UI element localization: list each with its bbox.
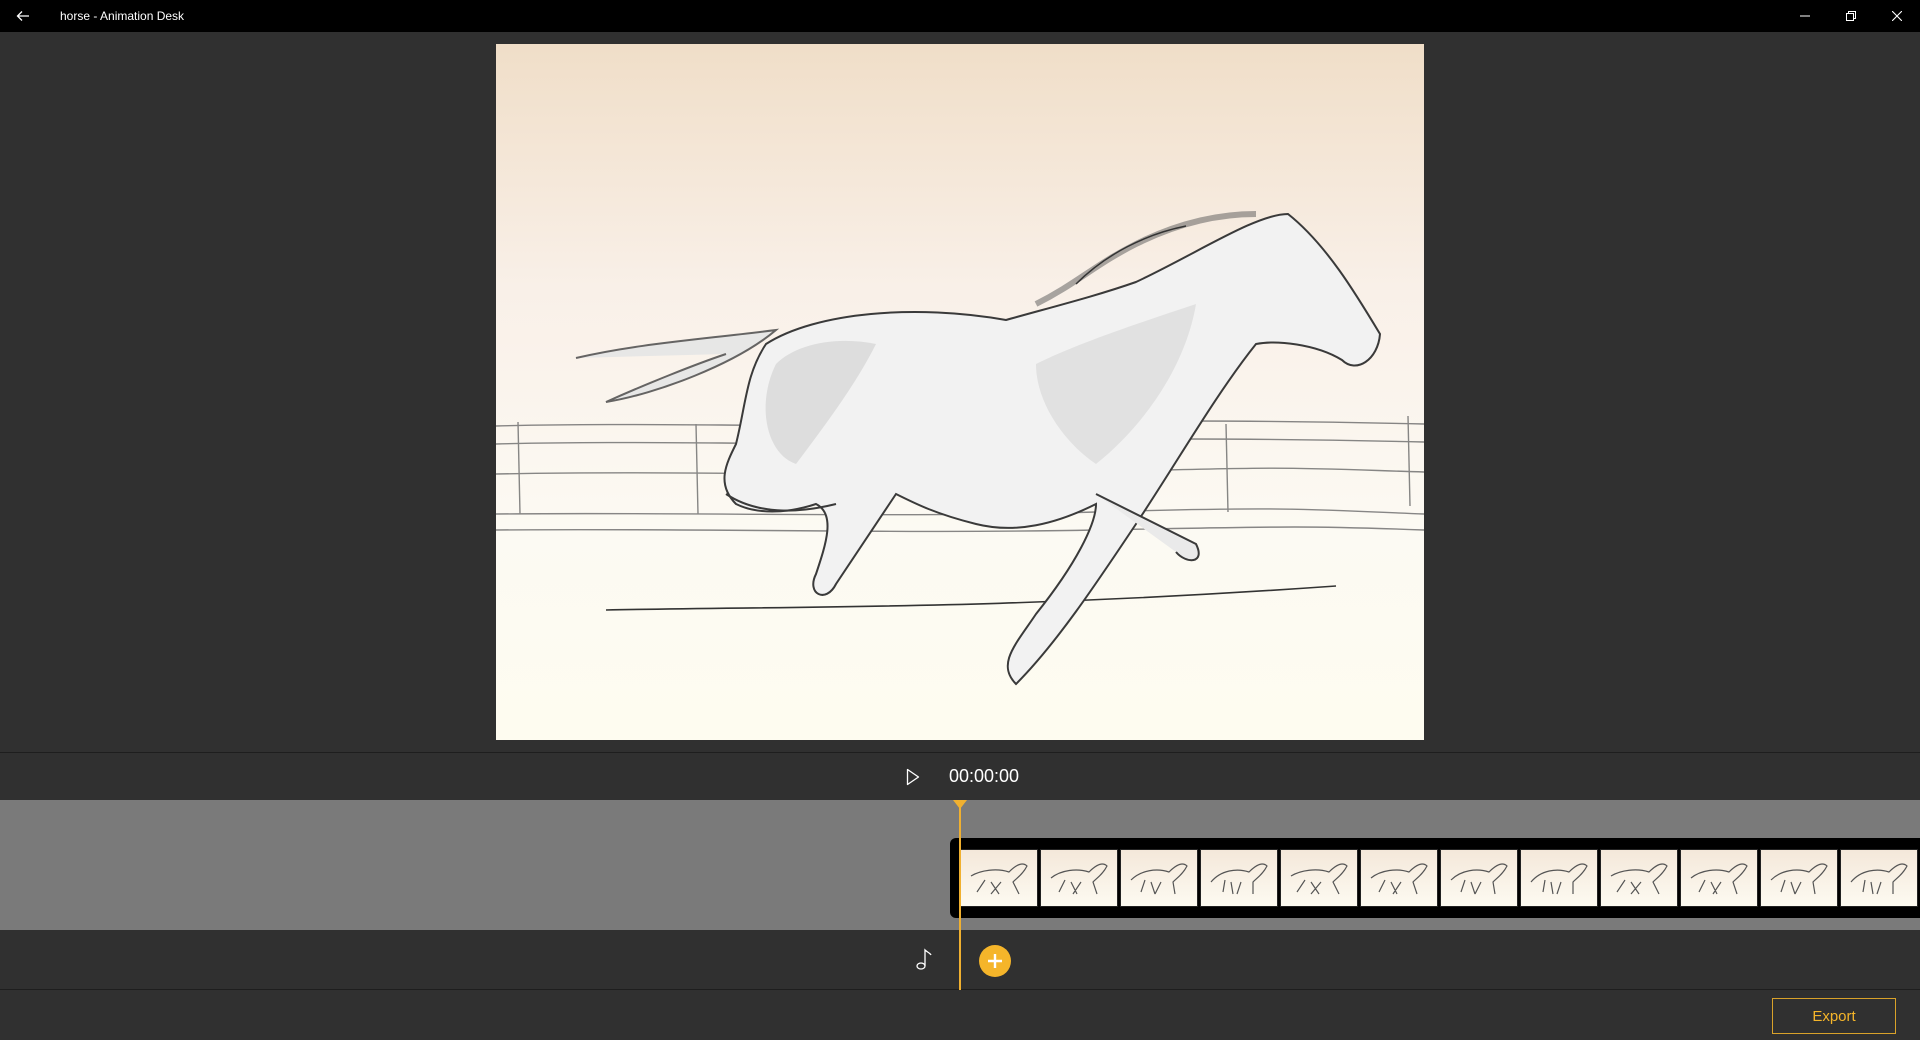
frame-horse-sketch <box>1690 863 1748 895</box>
title-bar: horse - Animation Desk <box>0 0 1920 32</box>
frame-thumbnail[interactable] <box>1440 849 1518 907</box>
window-title: horse - Animation Desk <box>60 9 185 23</box>
frame-thumbnail[interactable] <box>960 849 1038 907</box>
frame-horse-sketch <box>1610 863 1668 895</box>
back-button[interactable] <box>0 0 46 32</box>
animation-stage[interactable] <box>496 44 1424 740</box>
restore-button[interactable] <box>1828 0 1874 32</box>
playhead-handle[interactable] <box>953 800 967 809</box>
add-audio-button[interactable] <box>979 945 1011 977</box>
minimize-icon <box>1800 15 1810 17</box>
restore-icon <box>1846 11 1856 21</box>
footer-bar: Export <box>0 991 1920 1040</box>
close-button[interactable] <box>1874 0 1920 32</box>
close-icon <box>1892 11 1902 21</box>
music-note-icon <box>916 948 932 970</box>
frame-horse-sketch <box>1850 863 1908 895</box>
frame-thumbnail[interactable] <box>1600 849 1678 907</box>
frame-horse-sketch <box>1370 863 1428 895</box>
frame-thumbnail[interactable] <box>1520 849 1598 907</box>
export-button[interactable]: Export <box>1772 998 1896 1034</box>
frame-horse-sketch <box>1530 863 1588 895</box>
play-button[interactable] <box>901 765 925 789</box>
frame-thumbnail[interactable] <box>1040 849 1118 907</box>
timecode: 00:00:00 <box>949 766 1020 786</box>
frame-horse-sketch <box>970 863 1028 895</box>
frame-thumbnail[interactable] <box>1120 849 1198 907</box>
frame-thumbnail[interactable] <box>1840 849 1918 907</box>
frame-thumbnail[interactable] <box>1680 849 1758 907</box>
music-button[interactable] <box>912 946 936 972</box>
playhead[interactable] <box>959 800 961 990</box>
frame-horse-sketch <box>1450 863 1508 895</box>
frame-thumbnail[interactable] <box>1760 849 1838 907</box>
frame-horse-sketch <box>1770 863 1828 895</box>
frame-horse-sketch <box>1050 863 1108 895</box>
plus-circle-icon <box>988 954 1002 968</box>
frame-thumbnail[interactable] <box>1200 849 1278 907</box>
frame-track[interactable] <box>950 838 1920 918</box>
frame-horse-sketch <box>1290 863 1348 895</box>
minimize-button[interactable] <box>1782 0 1828 32</box>
arrow-left-icon <box>16 11 29 21</box>
frame-thumbnail[interactable] <box>1280 849 1358 907</box>
horse-drawing <box>496 211 1424 686</box>
frame-horse-sketch <box>1130 863 1188 895</box>
frame-thumbnail[interactable] <box>1360 849 1438 907</box>
playback-bar: 00:00:00 <box>0 753 1920 800</box>
play-icon <box>906 768 920 786</box>
frame-horse-sketch <box>1210 863 1268 895</box>
canvas-area <box>0 32 1920 752</box>
